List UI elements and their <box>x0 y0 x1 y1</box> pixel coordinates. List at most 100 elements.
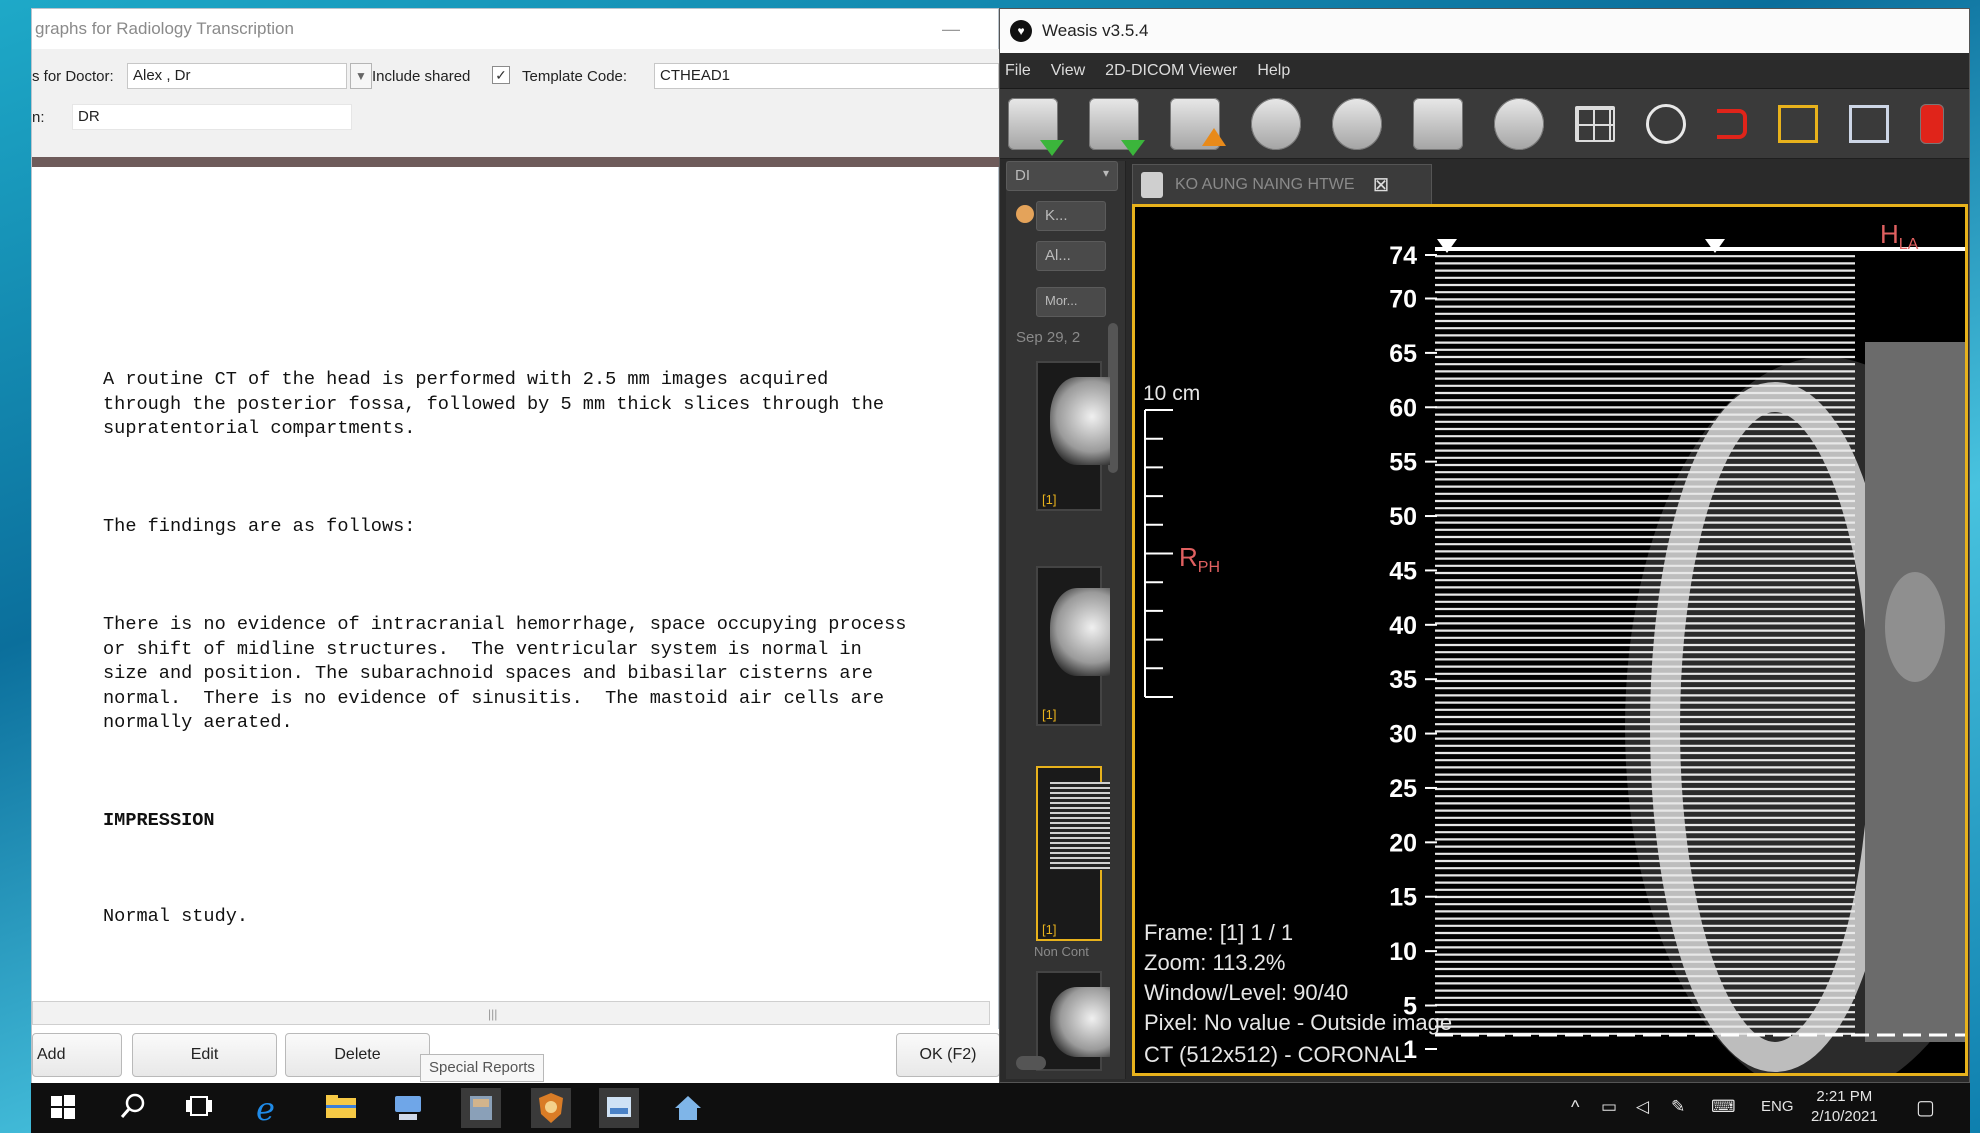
app-icon[interactable] <box>461 1088 501 1128</box>
study-dropdown[interactable]: Al... <box>1036 241 1106 271</box>
window-title-text: Weasis v3.5.4 <box>1042 21 1149 40</box>
windows-start-icon[interactable] <box>49 1092 83 1124</box>
svg-text:e: e <box>256 1092 275 1124</box>
transcription-window: graphs for Radiology Transcription — s f… <box>31 8 1000 1084</box>
minimize-button[interactable]: — <box>942 19 960 40</box>
crop-select-icon[interactable] <box>1778 104 1818 143</box>
series-panel: DI ▾ K... Al... Mor... Sep 29, 2 [1] [1]… <box>1006 161 1126 1079</box>
layout-grid-icon[interactable] <box>1575 105 1615 142</box>
patient-icon <box>1016 205 1034 223</box>
close-icon[interactable]: ⊠ <box>1373 172 1390 197</box>
series-thumbnail[interactable]: [1] <box>1036 566 1110 726</box>
menu-help[interactable]: Help <box>1257 62 1290 80</box>
brain-tissue <box>1865 342 1965 1042</box>
window-level-info: Window/Level: 90/40 <box>1144 980 1349 1005</box>
keyboard-icon[interactable]: ⌨ <box>1711 1097 1736 1117</box>
taskbar: e ^ ▭ ◁ ✎ ⌨ ENG 2:21 PM 2/10/2021 ▢ <box>31 1083 1970 1133</box>
template-toolbar: s for Doctor: Alex , Dr ▼ Include shared… <box>32 49 1000 167</box>
scroll-grip[interactable]: ||| <box>488 1007 497 1021</box>
orientation-top-letter: H <box>1880 219 1899 249</box>
ruler-label: 50 <box>1389 503 1417 531</box>
ie-icon[interactable]: e <box>253 1090 287 1128</box>
pixel-info: Pixel: No value - Outside image <box>1144 1010 1453 1035</box>
report-text[interactable]: A routine CT of the head is performed wi… <box>103 319 998 1003</box>
pen-icon[interactable]: ✎ <box>1671 1097 1685 1117</box>
ruler-label: 25 <box>1389 775 1417 803</box>
task-view-icon[interactable] <box>184 1092 218 1124</box>
edit-button[interactable]: Edit <box>132 1033 277 1077</box>
clock-date: 2/10/2021 <box>1811 1108 1878 1125</box>
scale-label: 10 cm <box>1143 382 1201 405</box>
file-explorer-icon[interactable] <box>324 1092 358 1124</box>
template-code-label: Template Code: <box>522 68 628 85</box>
series-thumbnail[interactable]: [1] <box>1036 361 1110 511</box>
import-dicom-icon[interactable] <box>1008 97 1064 156</box>
include-shared-checkbox[interactable]: ✓ <box>492 66 510 84</box>
row2-field[interactable]: DR <box>72 104 352 130</box>
doctor-select[interactable]: Alex , Dr <box>127 63 347 89</box>
menu-file[interactable]: File <box>1005 62 1031 80</box>
series-thumbnail[interactable] <box>1036 971 1110 1071</box>
sync-icon[interactable] <box>1646 103 1686 144</box>
volume-icon[interactable]: ◁ <box>1636 1097 1649 1117</box>
import-cd-icon[interactable] <box>1089 97 1145 156</box>
series-label: Non Cont <box>1034 944 1089 959</box>
orientation-left: RPH <box>1179 542 1220 577</box>
ruler-label: 45 <box>1389 557 1417 585</box>
orientation-top: HLA <box>1880 219 1918 254</box>
doctor-label: s for Doctor: <box>32 68 114 85</box>
home-app-icon[interactable] <box>671 1092 705 1124</box>
series-thumbnail-selected[interactable]: [1] <box>1036 766 1110 941</box>
panel-dropdown-label: DI <box>1015 167 1030 184</box>
template-code-field[interactable]: CTHEAD1 <box>654 63 999 89</box>
close-all-icon[interactable] <box>1920 103 1944 144</box>
frame-info: Frame: [1] 1 / 1 <box>1144 920 1294 945</box>
scroll-mouse-icon[interactable] <box>1494 97 1544 150</box>
ruler-label: 40 <box>1389 612 1417 640</box>
orientation-left-letter: R <box>1179 542 1198 572</box>
language-indicator[interactable]: ENG <box>1761 1098 1794 1115</box>
menu-view[interactable]: View <box>1051 62 1085 80</box>
ruler-label: 65 <box>1389 340 1417 368</box>
more-button[interactable]: Mor... <box>1036 287 1106 317</box>
report-paragraph: Normal study. <box>103 905 249 927</box>
image-icon <box>1141 171 1163 198</box>
zoom-info: Zoom: 113.2% <box>1144 950 1286 975</box>
report-paragraph: A routine CT of the head is performed wi… <box>103 369 885 439</box>
chevron-down-icon: ▾ <box>1102 166 1109 180</box>
network-icon[interactable] <box>391 1092 425 1124</box>
search-icon[interactable] <box>119 1092 153 1124</box>
clock[interactable]: 2:21 PM 2/10/2021 <box>1811 1087 1878 1127</box>
tab-patient[interactable]: KO AUNG NAING HTWE ⊠ <box>1132 164 1432 204</box>
patient-dropdown[interactable]: K... <box>1036 201 1106 231</box>
add-button[interactable]: Add <box>32 1033 122 1077</box>
rotate-icon[interactable] <box>1849 104 1889 143</box>
export-dicom-icon[interactable] <box>1170 97 1226 150</box>
ok-button[interactable]: OK (F2) <box>896 1033 1000 1077</box>
panel-hscroll[interactable] <box>1016 1056 1046 1070</box>
window-title: graphs for Radiology Transcription <box>32 9 998 49</box>
ruler-label: 15 <box>1389 884 1417 912</box>
chevron-down-icon[interactable]: ▼ <box>350 63 372 89</box>
chevron-up-icon[interactable]: ^ <box>1571 1097 1579 1118</box>
thumbnail-image <box>1050 987 1110 1057</box>
horizontal-scrollbar[interactable]: ||| <box>32 1001 990 1025</box>
viewer-app-icon[interactable] <box>599 1088 639 1128</box>
image-viewer[interactable]: 74 70 65 60 55 50 45 40 35 30 25 20 15 10 5 1 10 cm HLA… <box>1132 204 1968 1076</box>
ruler-label: 30 <box>1389 721 1417 749</box>
thumbnail-image <box>1050 377 1110 465</box>
panel-dropdown[interactable]: DI ▾ <box>1006 161 1118 191</box>
reset-icon[interactable] <box>1717 108 1747 139</box>
clock-time: 2:21 PM <box>1816 1088 1873 1105</box>
mouse-action-icon[interactable] <box>1251 97 1301 150</box>
measure-icon[interactable] <box>1413 97 1463 150</box>
menu-dicom-viewer[interactable]: 2D-DICOM Viewer <box>1105 62 1237 80</box>
zoom-mouse-icon[interactable] <box>1332 97 1382 150</box>
delete-button[interactable]: Delete <box>285 1033 430 1077</box>
thumbnail-count: [1] <box>1042 492 1057 507</box>
notification-icon[interactable]: ▢ <box>1916 1095 1935 1120</box>
network-tray-icon[interactable]: ▭ <box>1601 1097 1617 1117</box>
thumbnail-count: [1] <box>1042 922 1057 937</box>
window-title: ♥ Weasis v3.5.4 <box>1000 9 1969 53</box>
shield-app-icon[interactable] <box>531 1088 571 1128</box>
